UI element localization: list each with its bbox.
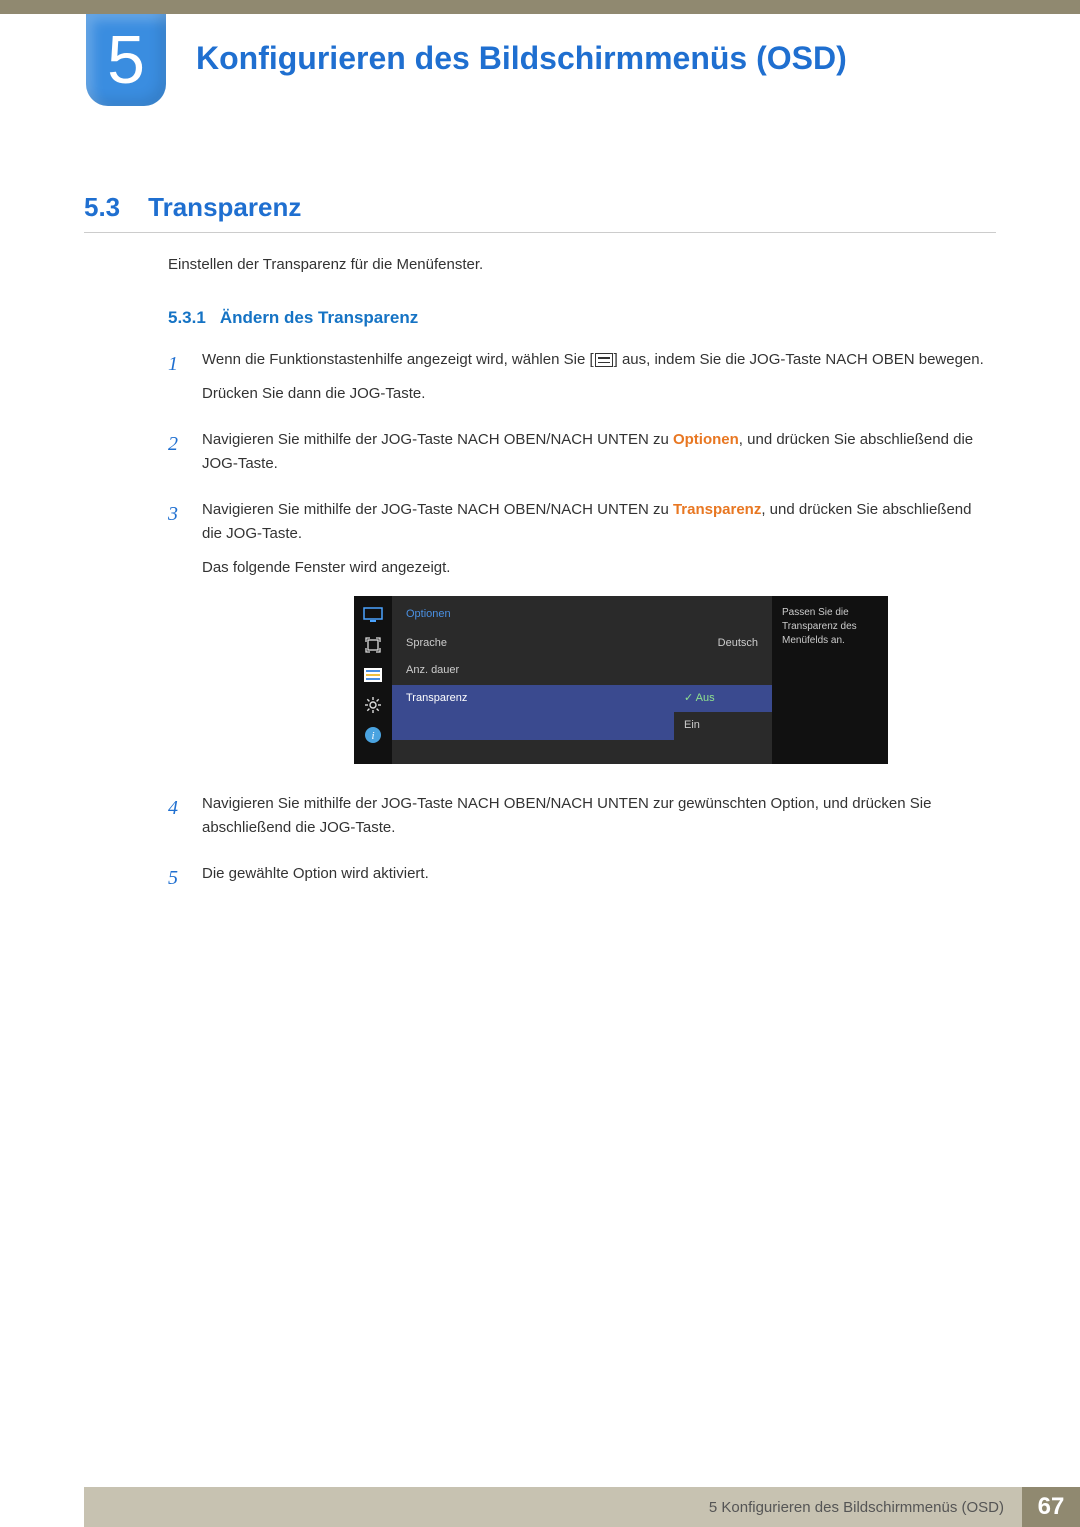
osd-option-off-selected: Aus <box>674 685 772 713</box>
step-number: 4 <box>168 792 184 850</box>
osd-window: i Optionen Sprache Deutsch Anz. dauer <box>354 596 888 764</box>
chapter-number-badge: 5 <box>86 14 166 106</box>
step-5: 5 Die gewählte Option wird aktiviert. <box>168 862 990 896</box>
section-title: Transparenz <box>148 192 301 223</box>
step-text: Drücken Sie dann die JOG-Taste. <box>202 382 984 406</box>
section-number: 5.3 <box>84 192 120 223</box>
osd-option-on: Ein <box>674 712 772 740</box>
info-icon: i <box>363 726 383 744</box>
gear-icon <box>363 696 383 714</box>
subsection-header: 5.3.1 Ändern des Transparenz <box>168 308 418 328</box>
section-header: 5.3 Transparenz <box>84 192 301 223</box>
step-1: 1 Wenn die Funktionstastenhilfe angezeig… <box>168 348 990 416</box>
step-text: ] aus, indem Sie die JOG-Taste NACH OBEN… <box>614 351 984 368</box>
section-description: Einstellen der Transparenz für die Menüf… <box>168 256 483 273</box>
osd-label: Sprache <box>406 635 447 653</box>
list-icon <box>363 666 383 684</box>
osd-value: Deutsch <box>718 635 758 653</box>
step-body: Navigieren Sie mithilfe der JOG-Taste NA… <box>202 498 990 780</box>
subsection-title: Ändern des Transparenz <box>220 308 418 328</box>
footer-chapter-label: 5 Konfigurieren des Bildschirmmenüs (OSD… <box>84 1487 1022 1527</box>
top-accent-bar <box>0 0 1080 14</box>
subsection-number: 5.3.1 <box>168 308 206 328</box>
step-number: 2 <box>168 428 184 486</box>
step-body: Navigieren Sie mithilfe der JOG-Taste NA… <box>202 792 990 850</box>
osd-sidebar: i <box>354 596 392 764</box>
page-footer: 5 Konfigurieren des Bildschirmmenüs (OSD… <box>0 1487 1080 1527</box>
step-text: Navigieren Sie mithilfe der JOG-Taste NA… <box>202 501 673 518</box>
osd-screenshot: i Optionen Sprache Deutsch Anz. dauer <box>202 596 990 764</box>
osd-row-duration: Anz. dauer <box>392 657 772 685</box>
step-number: 3 <box>168 498 184 780</box>
step-body: Navigieren Sie mithilfe der JOG-Taste NA… <box>202 428 990 486</box>
step-text: Navigieren Sie mithilfe der JOG-Taste NA… <box>202 431 673 448</box>
osd-menu: Optionen Sprache Deutsch Anz. dauer Tran… <box>392 596 772 764</box>
step-3: 3 Navigieren Sie mithilfe der JOG-Taste … <box>168 498 990 780</box>
osd-row-language: Sprache Deutsch <box>392 630 772 658</box>
resize-icon <box>363 636 383 654</box>
osd-label: Anz. dauer <box>406 662 459 680</box>
osd-label: Transparenz <box>406 690 467 735</box>
step-text: Navigieren Sie mithilfe der JOG-Taste NA… <box>202 792 990 840</box>
step-text: Die gewählte Option wird aktiviert. <box>202 862 429 886</box>
osd-menu-heading: Optionen <box>392 602 772 630</box>
step-list: 1 Wenn die Funktionstastenhilfe angezeig… <box>168 348 990 908</box>
step-body: Wenn die Funktionstastenhilfe angezeigt … <box>202 348 984 416</box>
step-number: 5 <box>168 862 184 896</box>
monitor-icon <box>363 606 383 624</box>
step-text: Wenn die Funktionstastenhilfe angezeigt … <box>202 351 594 368</box>
section-divider <box>84 232 996 233</box>
step-4: 4 Navigieren Sie mithilfe der JOG-Taste … <box>168 792 990 850</box>
osd-submenu: Aus Ein <box>674 685 772 740</box>
highlight-optionen: Optionen <box>673 431 739 448</box>
highlight-transparenz: Transparenz <box>673 501 761 518</box>
footer-page-number: 67 <box>1022 1487 1080 1527</box>
step-2: 2 Navigieren Sie mithilfe der JOG-Taste … <box>168 428 990 486</box>
step-number: 1 <box>168 348 184 416</box>
chapter-title: Konfigurieren des Bildschirmmenüs (OSD) <box>196 40 847 77</box>
menu-icon <box>595 353 613 367</box>
osd-help-panel: Passen Sie die Transparenz des Menüfelds… <box>772 596 888 764</box>
step-body: Die gewählte Option wird aktiviert. <box>202 862 429 896</box>
svg-text:i: i <box>371 730 374 742</box>
step-text: Das folgende Fenster wird angezeigt. <box>202 556 990 580</box>
osd-row-transparency-selected: Transparenz <box>392 685 674 740</box>
